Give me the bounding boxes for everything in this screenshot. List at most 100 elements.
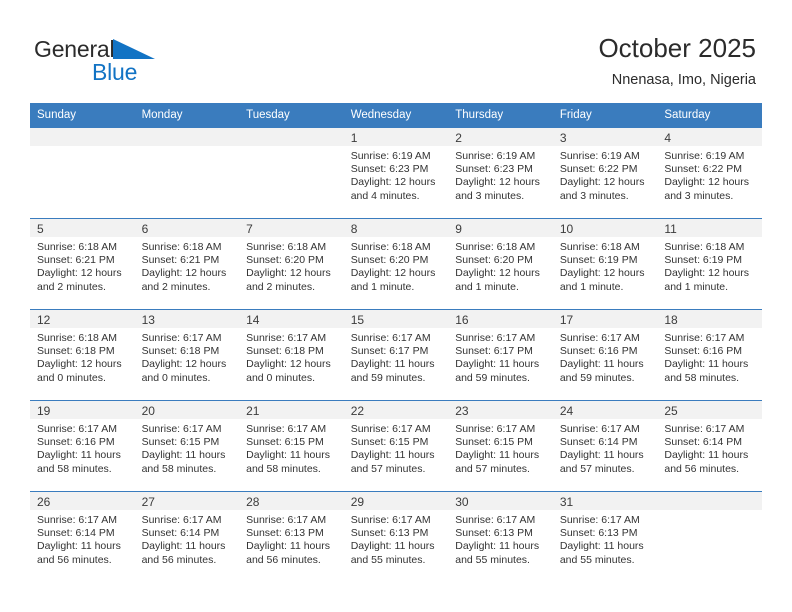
day-number: 21 <box>239 401 344 419</box>
daylight-text-line1: Daylight: 12 hours <box>37 358 122 371</box>
day-cell-inner: 22 Sunrise: 6:17 AM Sunset: 6:15 PM Dayligh… <box>343 401 449 491</box>
daylight-text-line1: Daylight: 12 hours <box>37 267 122 280</box>
sunrise-text: Sunrise: 6:17 AM <box>246 332 327 344</box>
calendar-day-cell[interactable]: 25 Sunrise: 6:17 AM Sunset: 6:14 PM Dayligh… <box>657 400 762 492</box>
calendar-day-cell[interactable]: 11 Sunrise: 6:18 AM Sunset: 6:19 PM Dayligh… <box>657 218 762 310</box>
calendar-day-cell[interactable]: 19 Sunrise: 6:17 AM Sunset: 6:16 PM Dayligh… <box>30 400 135 492</box>
day-details: Sunrise: 6:17 AM Sunset: 6:18 PM Daylight:… <box>239 328 344 385</box>
calendar-day-cell[interactable]: 17 Sunrise: 6:17 AM Sunset: 6:16 PM Dayligh… <box>552 309 658 401</box>
sunrise-text: Sunrise: 6:19 AM <box>350 150 431 162</box>
calendar-day-cell[interactable]: 9 Sunrise: 6:18 AM Sunset: 6:20 PM Daylight… <box>448 218 553 310</box>
daylight-text-line1: Daylight: 11 hours <box>559 358 644 371</box>
sunrise-text: Sunrise: 6:17 AM <box>559 514 640 526</box>
calendar-day-cell[interactable]: 2 Sunrise: 6:19 AM Sunset: 6:23 PM Daylight… <box>448 127 553 219</box>
calendar-day-cell[interactable]: 8 Sunrise: 6:18 AM Sunset: 6:20 PM Daylight… <box>343 218 449 310</box>
sunset-text: Sunset: 6:18 PM <box>141 345 220 358</box>
day-cell-inner: 29 Sunrise: 6:17 AM Sunset: 6:13 PM Dayligh… <box>343 492 449 582</box>
weekday-header-sunday: Sunday <box>30 103 135 128</box>
sunrise-text: Sunrise: 6:17 AM <box>350 514 431 526</box>
day-cell-inner: 30 Sunrise: 6:17 AM Sunset: 6:13 PM Dayligh… <box>448 492 553 582</box>
day-number: 22 <box>343 401 449 419</box>
sunrise-text: Sunrise: 6:17 AM <box>664 423 745 435</box>
day-cell-inner: 3 Sunrise: 6:19 AM Sunset: 6:22 PM Daylight… <box>552 128 658 218</box>
sunrise-text: Sunrise: 6:17 AM <box>559 423 640 435</box>
day-details: Sunrise: 6:17 AM Sunset: 6:13 PM Daylight:… <box>448 510 553 567</box>
calendar-day-cell[interactable]: 24 Sunrise: 6:17 AM Sunset: 6:14 PM Dayligh… <box>552 400 658 492</box>
day-details: Sunrise: 6:17 AM Sunset: 6:15 PM Daylight:… <box>448 419 553 476</box>
calendar-day-cell[interactable]: 3 Sunrise: 6:19 AM Sunset: 6:22 PM Daylight… <box>552 127 658 219</box>
calendar-day-cell[interactable]: 10 Sunrise: 6:18 AM Sunset: 6:19 PM Dayligh… <box>552 218 658 310</box>
calendar-day-cell[interactable]: 5 Sunrise: 6:18 AM Sunset: 6:21 PM Daylight… <box>30 218 135 310</box>
calendar-day-cell[interactable]: 20 Sunrise: 6:17 AM Sunset: 6:15 PM Dayligh… <box>134 400 240 492</box>
weekday-header-saturday: Saturday <box>657 103 762 128</box>
logo-text-blue: Blue <box>92 59 138 85</box>
sunrise-text: Sunrise: 6:18 AM <box>664 241 745 253</box>
calendar-day-cell[interactable]: 4 Sunrise: 6:19 AM Sunset: 6:22 PM Daylight… <box>657 127 762 219</box>
daylight-text-line1: Daylight: 11 hours <box>664 358 749 371</box>
calendar-day-cell[interactable]: 18 Sunrise: 6:17 AM Sunset: 6:16 PM Dayligh… <box>657 309 762 401</box>
calendar-day-cell[interactable]: 1 Sunrise: 6:19 AM Sunset: 6:23 PM Daylight… <box>343 127 449 219</box>
day-number: 9 <box>448 219 553 237</box>
day-details: Sunrise: 6:17 AM Sunset: 6:14 PM Daylight:… <box>135 510 240 567</box>
daylight-text-line2: and 0 minutes. <box>141 371 211 384</box>
day-cell-inner: 11 Sunrise: 6:18 AM Sunset: 6:19 PM Dayligh… <box>657 219 762 309</box>
calendar-day-cell[interactable]: 22 Sunrise: 6:17 AM Sunset: 6:15 PM Dayligh… <box>343 400 449 492</box>
calendar-day-cell[interactable]: 13 Sunrise: 6:17 AM Sunset: 6:18 PM Dayligh… <box>134 309 240 401</box>
calendar-day-cell[interactable]: 7 Sunrise: 6:18 AM Sunset: 6:20 PM Daylight… <box>239 218 344 310</box>
calendar-day-cell[interactable]: 29 Sunrise: 6:17 AM Sunset: 6:13 PM Dayligh… <box>343 491 449 582</box>
calendar-day-cell[interactable]: 16 Sunrise: 6:17 AM Sunset: 6:17 PM Dayligh… <box>448 309 553 401</box>
sunrise-text: Sunrise: 6:19 AM <box>664 150 745 162</box>
sunset-text: Sunset: 6:17 PM <box>350 345 429 358</box>
day-details: Sunrise: 6:18 AM Sunset: 6:21 PM Daylight:… <box>135 237 240 294</box>
calendar-day-cell[interactable]: 6 Sunrise: 6:18 AM Sunset: 6:21 PM Daylight… <box>134 218 240 310</box>
day-cell-inner <box>134 128 240 218</box>
calendar-day-cell[interactable]: 26 Sunrise: 6:17 AM Sunset: 6:14 PM Dayligh… <box>30 491 135 582</box>
daylight-text-line1: Daylight: 11 hours <box>455 540 540 553</box>
sunset-text: Sunset: 6:21 PM <box>141 254 220 267</box>
day-number: 12 <box>30 310 135 328</box>
daylight-text-line1: Daylight: 12 hours <box>350 176 436 189</box>
daylight-text-line2: and 1 minute. <box>559 280 624 293</box>
daylight-text-line2: and 57 minutes. <box>455 462 530 475</box>
daylight-text-line2: and 55 minutes. <box>559 553 635 566</box>
day-number: 18 <box>657 310 762 328</box>
day-number: 16 <box>448 310 553 328</box>
weekday-header-monday: Monday <box>134 103 240 128</box>
calendar-day-cell[interactable]: 12 Sunrise: 6:18 AM Sunset: 6:18 PM Dayligh… <box>30 309 135 401</box>
day-number: 3 <box>552 128 658 146</box>
calendar-day-cell[interactable]: 31 Sunrise: 6:17 AM Sunset: 6:13 PM Dayligh… <box>552 491 658 582</box>
sunrise-text: Sunrise: 6:17 AM <box>455 423 536 435</box>
daylight-text-line2: and 1 minute. <box>350 280 415 293</box>
day-details: Sunrise: 6:18 AM Sunset: 6:19 PM Daylight:… <box>657 237 762 294</box>
calendar-day-cell-empty <box>134 127 240 219</box>
daylight-text-line1: Daylight: 12 hours <box>141 358 227 371</box>
day-details: Sunrise: 6:18 AM Sunset: 6:19 PM Daylight:… <box>553 237 658 294</box>
calendar-day-cell[interactable]: 21 Sunrise: 6:17 AM Sunset: 6:15 PM Dayligh… <box>239 400 344 492</box>
daylight-text-line2: and 2 minutes. <box>246 280 316 293</box>
day-details: Sunrise: 6:18 AM Sunset: 6:21 PM Daylight:… <box>30 237 135 294</box>
sunset-text: Sunset: 6:15 PM <box>141 436 220 449</box>
day-cell-inner: 12 Sunrise: 6:18 AM Sunset: 6:18 PM Dayligh… <box>30 310 135 400</box>
calendar-day-cell[interactable]: 27 Sunrise: 6:17 AM Sunset: 6:14 PM Dayligh… <box>134 491 240 582</box>
day-cell-inner: 18 Sunrise: 6:17 AM Sunset: 6:16 PM Dayligh… <box>657 310 762 400</box>
weekday-header-thursday: Thursday <box>448 103 553 128</box>
calendar-day-cell[interactable]: 23 Sunrise: 6:17 AM Sunset: 6:15 PM Dayligh… <box>448 400 553 492</box>
general-blue-logo[interactable]: General Blue <box>34 36 294 92</box>
calendar-table: Sunday Monday Tuesday Wednesday Thursday Frid… <box>30 103 762 582</box>
sunrise-text: Sunrise: 6:17 AM <box>141 332 222 344</box>
daylight-text-line1: Daylight: 11 hours <box>37 449 121 462</box>
day-number: 26 <box>30 492 135 510</box>
day-number: 25 <box>657 401 762 419</box>
calendar-day-cell[interactable]: 14 Sunrise: 6:17 AM Sunset: 6:18 PM Dayligh… <box>239 309 344 401</box>
calendar-day-cell[interactable]: 30 Sunrise: 6:17 AM Sunset: 6:13 PM Dayligh… <box>448 491 553 582</box>
daylight-text-line2: and 0 minutes. <box>37 371 106 384</box>
day-number: 15 <box>343 310 449 328</box>
weekday-header-friday: Friday <box>552 103 658 128</box>
day-cell-inner: 24 Sunrise: 6:17 AM Sunset: 6:14 PM Dayligh… <box>552 401 658 491</box>
day-details: Sunrise: 6:17 AM Sunset: 6:16 PM Daylight:… <box>553 328 658 385</box>
calendar-day-cell[interactable]: 28 Sunrise: 6:17 AM Sunset: 6:13 PM Dayligh… <box>239 491 344 582</box>
day-details: Sunrise: 6:17 AM Sunset: 6:13 PM Daylight:… <box>239 510 344 567</box>
daylight-text-line2: and 55 minutes. <box>350 553 426 566</box>
calendar-day-cell[interactable]: 15 Sunrise: 6:17 AM Sunset: 6:17 PM Dayligh… <box>343 309 449 401</box>
day-cell-inner: 8 Sunrise: 6:18 AM Sunset: 6:20 PM Daylight… <box>343 219 449 309</box>
